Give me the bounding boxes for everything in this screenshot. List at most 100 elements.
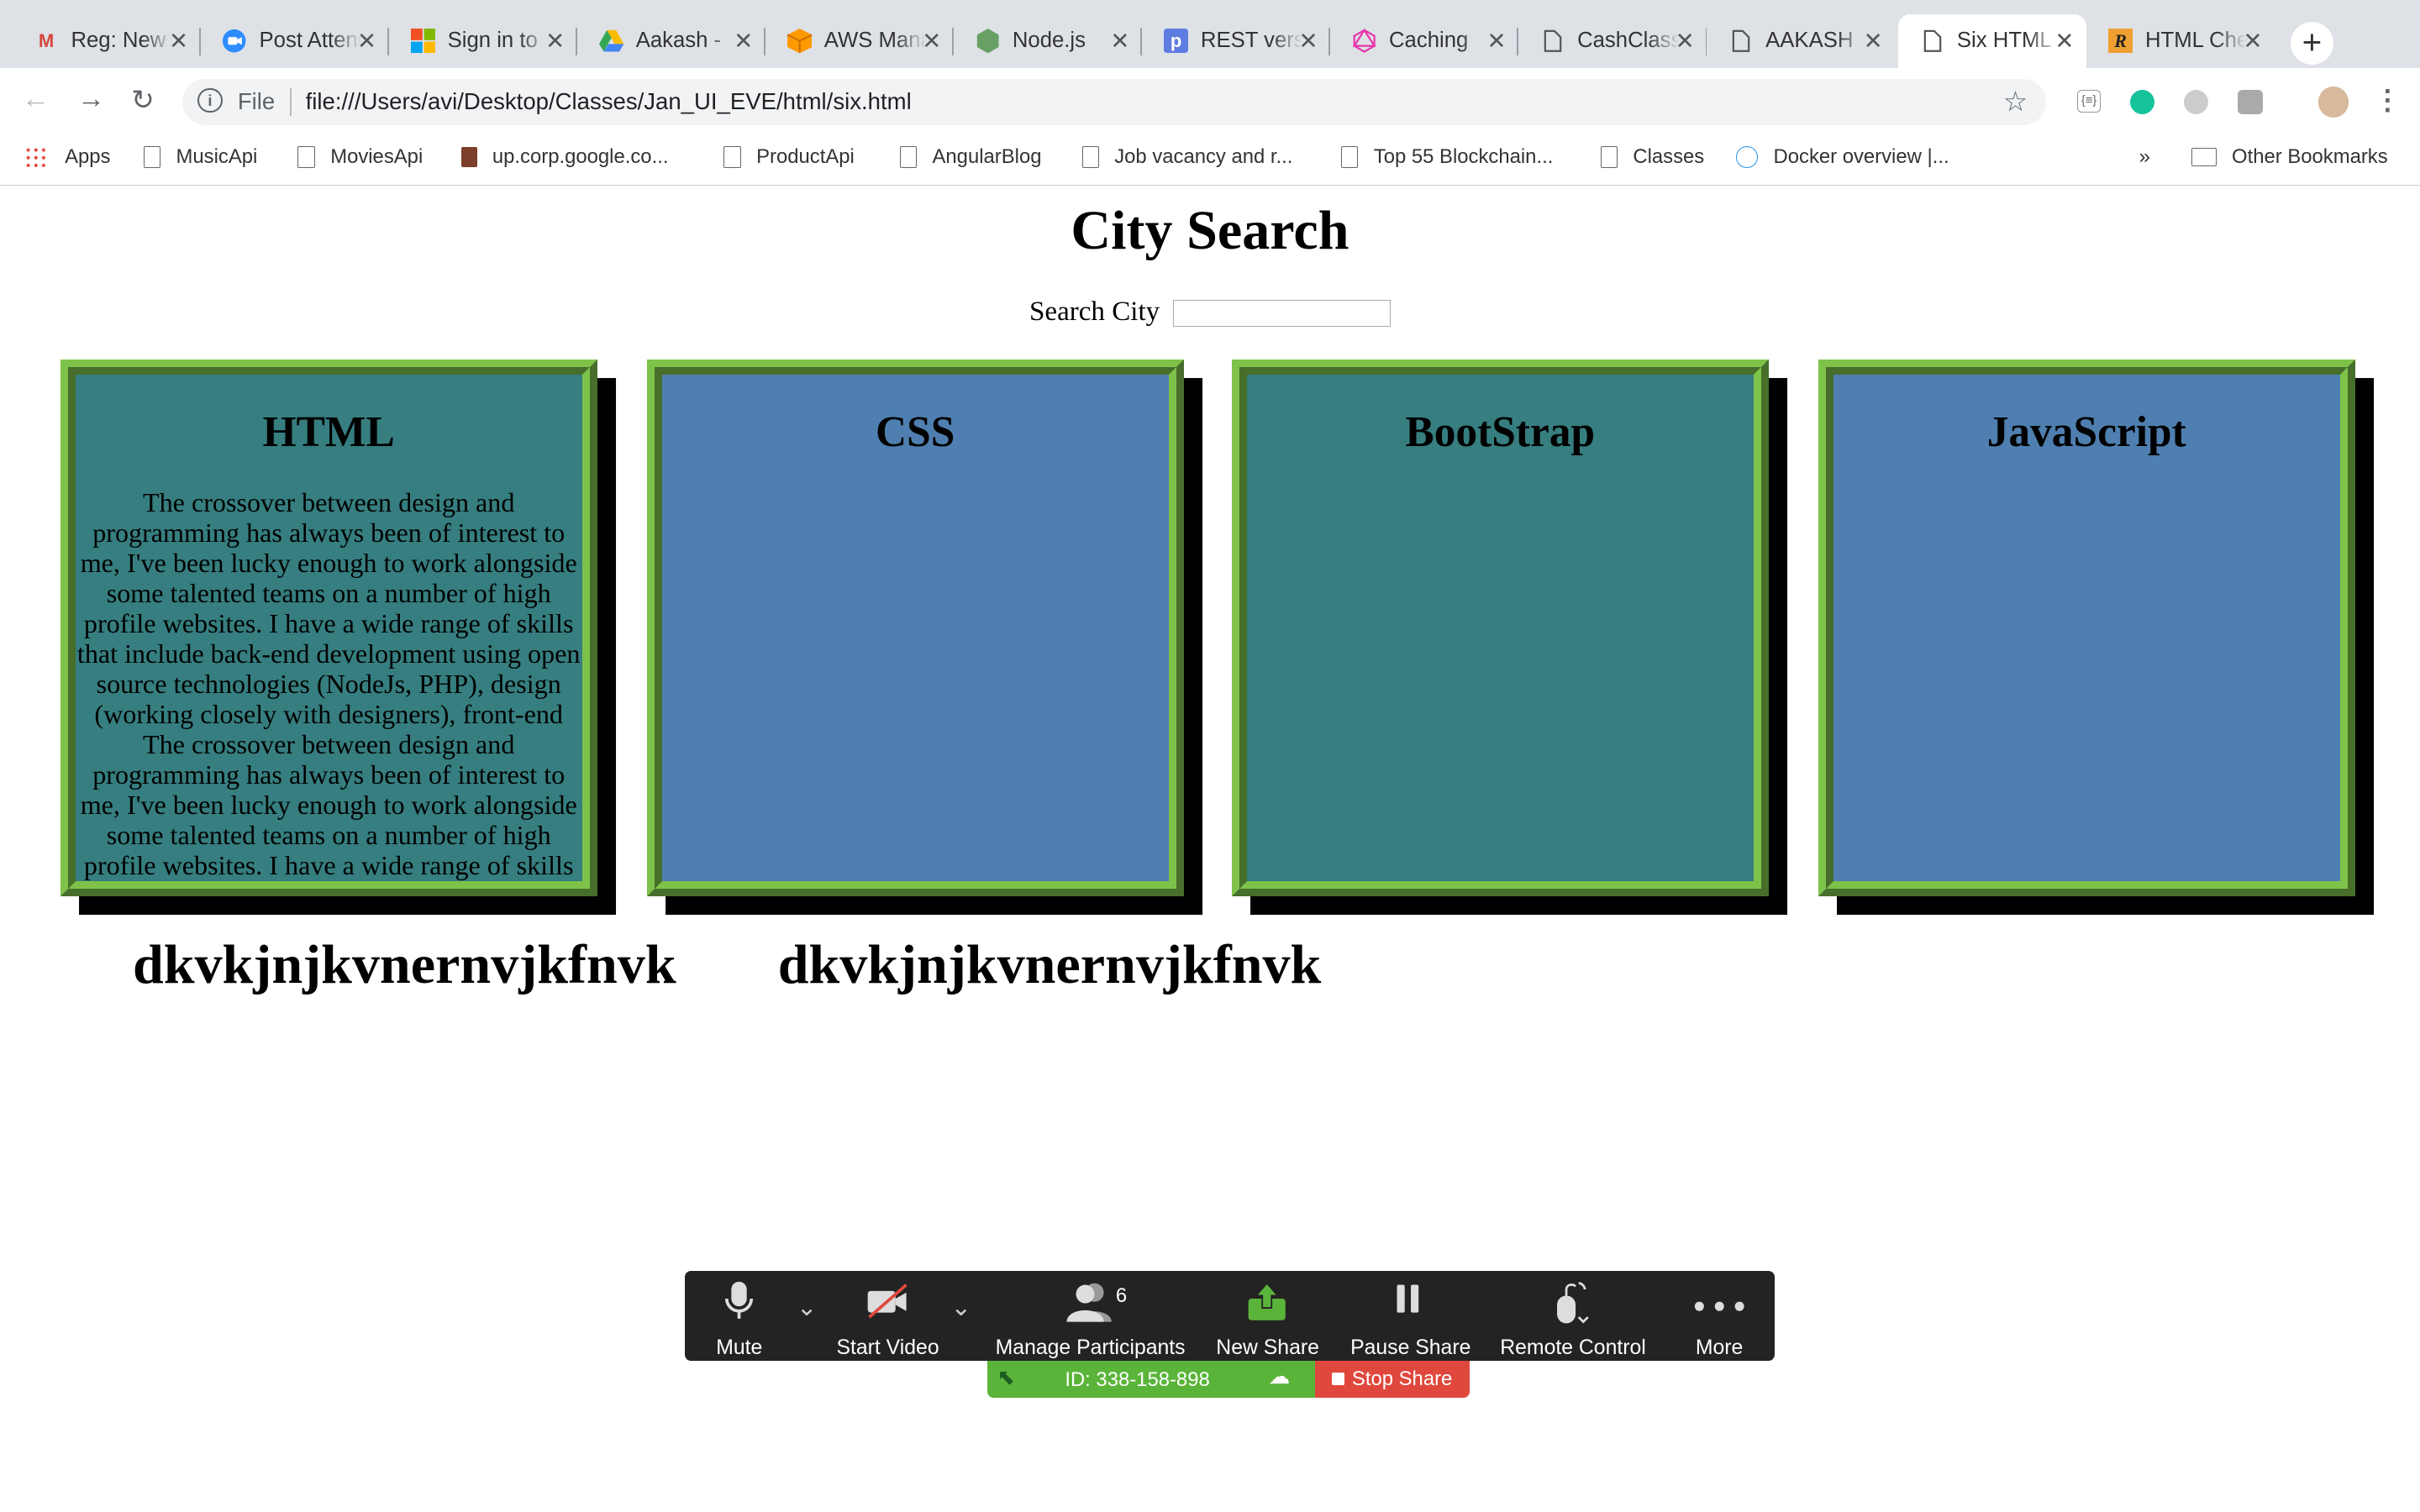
page-icon (1341, 145, 1359, 168)
more-dots-icon (1691, 1280, 1747, 1323)
heading-text: dkvkjnjkvnernvjkfnvk (777, 934, 1322, 996)
bookmark-item[interactable]: Job vacancy and r... (1081, 145, 1292, 169)
bookmark-item[interactable]: Classes (1600, 145, 1704, 169)
mute-button[interactable]: Mute (716, 1280, 762, 1359)
tab-six-html-active[interactable]: Six HTML ✕ (1898, 13, 2087, 68)
aws-icon (786, 28, 813, 54)
microphone-icon (716, 1280, 762, 1323)
profile-avatar[interactable] (2317, 86, 2349, 118)
bookmark-item[interactable]: MusicApi (143, 145, 257, 169)
close-tab-icon[interactable]: ✕ (169, 28, 188, 55)
close-tab-icon[interactable]: ✕ (2243, 28, 2262, 55)
page-icon (723, 145, 741, 168)
zoom-icon (222, 29, 246, 53)
bookmark-item[interactable]: Top 55 Blockchain... (1341, 145, 1553, 169)
bookmark-item[interactable]: MoviesApi (297, 145, 423, 169)
pause-share-button[interactable]: Pause Share (1350, 1280, 1470, 1359)
file-icon (1540, 29, 1565, 53)
bookmarks-overflow[interactable]: » (2139, 145, 2150, 169)
tab-caching[interactable]: Caching ✕ (1330, 14, 1519, 68)
back-icon[interactable]: ← (22, 83, 50, 115)
manage-participants-button[interactable]: 6 Manage Participants (996, 1280, 1186, 1359)
card-bootstrap: BootStrap (1231, 359, 1769, 897)
close-tab-icon[interactable]: ✕ (2054, 28, 2074, 55)
tab-gmail[interactable]: M Reg: New ✕ (13, 14, 201, 68)
card-title: BootStrap (1405, 407, 1596, 456)
drive-icon (598, 29, 623, 53)
reload-icon[interactable]: ↻ (131, 83, 155, 117)
forward-icon[interactable]: → (77, 83, 105, 115)
microsoft-icon (410, 28, 435, 54)
close-tab-icon[interactable]: ✕ (1487, 28, 1507, 55)
bookmark-item[interactable]: ProductApi (723, 145, 855, 169)
close-tab-icon[interactable]: ✕ (1110, 28, 1129, 55)
start-video-button[interactable]: Start Video (836, 1280, 939, 1359)
card-html: HTML The crossover between design and pr… (60, 359, 597, 897)
info-icon[interactable]: i (197, 87, 223, 113)
file-icon (1920, 29, 1944, 53)
tab-drive[interactable]: Aakash - ✕ (577, 14, 765, 68)
tab-rest[interactable]: pREST versus✕ (1142, 14, 1331, 68)
extension-circle-icon[interactable] (2183, 89, 2209, 114)
tab-html-cheat[interactable]: RHTML Cheat✕ (2086, 14, 2275, 68)
more-button[interactable]: More (1691, 1280, 1747, 1359)
bookmark-star-icon[interactable]: ☆ (2003, 85, 2028, 118)
page-icon (1600, 145, 1618, 168)
stop-square-icon (1332, 1373, 1344, 1385)
pause-icon (1350, 1280, 1465, 1323)
arrow-icon: ⬉ (997, 1366, 1016, 1390)
address-bar[interactable]: i File file:///Users/avi/Desktop/Classes… (182, 78, 2047, 125)
file-icon (1728, 29, 1753, 53)
tab-aws[interactable]: AWS Management✕ (765, 14, 955, 68)
page-icon (143, 145, 161, 168)
menu-icon[interactable]: ⋮ (2374, 83, 2402, 117)
tab-aakash[interactable]: AAKASH ✕ (1707, 14, 1895, 68)
participants-icon: 6 (996, 1280, 1181, 1323)
grammarly-icon[interactable] (2129, 89, 2155, 114)
search-row: Search City (0, 297, 2420, 328)
page-icon (1081, 145, 1099, 168)
video-off-icon (836, 1280, 938, 1323)
bird-icon (461, 146, 477, 167)
other-bookmarks[interactable]: Other Bookmarks (2191, 145, 2388, 169)
gmail-icon: M (38, 29, 55, 51)
browser-toolbar: ← → ↻ i File file:///Users/avi/Desktop/C… (0, 67, 2420, 136)
close-tab-icon[interactable]: ✕ (922, 28, 941, 55)
tab-cashclass[interactable]: CashClass ✕ (1518, 14, 1707, 68)
apps-icon (24, 145, 47, 168)
meeting-id-bar[interactable]: ⬉ ID: 338-158-898 ☁ (987, 1360, 1315, 1399)
remote-control-button[interactable]: Remote Control (1500, 1280, 1646, 1359)
p-icon: p (1163, 28, 1189, 54)
close-tab-icon[interactable]: ✕ (545, 28, 565, 55)
search-city-input[interactable] (1172, 300, 1391, 327)
extension-g-icon[interactable] (2238, 89, 2263, 114)
r-icon: R (2107, 28, 2133, 54)
bookmark-item[interactable]: AngularBlog (899, 145, 1042, 169)
new-share-button[interactable]: New Share (1216, 1280, 1319, 1359)
new-tab-button[interactable]: + (2290, 21, 2334, 66)
tab-zoom[interactable]: Post Attendee✕ (201, 14, 389, 68)
json-extension-icon[interactable]: {≡} (2077, 89, 2101, 113)
tab-nodejs[interactable]: Node.js ✕ (954, 14, 1143, 68)
url-text[interactable]: file:///Users/avi/Desktop/Classes/Jan_UI… (306, 88, 912, 115)
heading-text: dkvkjnjkvnernvjkfnvk (132, 934, 676, 996)
bookmark-item[interactable]: up.corp.google.co... (461, 145, 668, 169)
chevron-down-icon[interactable]: ⌄ (950, 1293, 971, 1322)
chevron-down-icon[interactable]: ⌄ (797, 1293, 818, 1322)
close-tab-icon[interactable]: ✕ (734, 28, 753, 55)
tab-microsoft[interactable]: Sign in to ✕ (389, 14, 577, 68)
card-javascript: JavaScript (1818, 359, 2355, 897)
bookmark-item[interactable]: Docker overview |... (1736, 145, 1949, 169)
card-title: HTML (262, 407, 395, 456)
bookmark-apps[interactable]: Apps (24, 145, 111, 169)
search-label: Search City (1029, 296, 1160, 327)
close-tab-icon[interactable]: ✕ (357, 28, 376, 55)
card-title: JavaScript (1986, 407, 2186, 456)
stop-share-button[interactable]: Stop Share (1314, 1360, 1470, 1399)
close-tab-icon[interactable]: ✕ (1298, 28, 1318, 55)
close-tab-icon[interactable]: ✕ (1676, 28, 1695, 55)
cloud-icon: ☁ (1268, 1364, 1291, 1389)
card-title: CSS (875, 407, 955, 456)
meeting-id: ID: 338-158-898 (1065, 1368, 1210, 1392)
close-tab-icon[interactable]: ✕ (1864, 28, 1883, 55)
